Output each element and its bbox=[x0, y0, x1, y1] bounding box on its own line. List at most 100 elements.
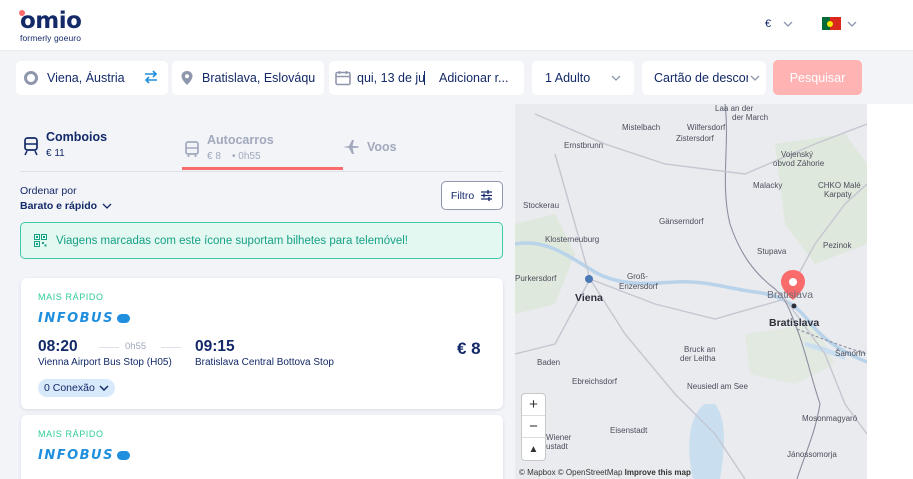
map-label: Baden bbox=[537, 358, 561, 367]
location-pin-icon bbox=[181, 71, 193, 85]
destination-value: Bratislava, Eslováqu bbox=[202, 71, 316, 85]
train-icon bbox=[24, 137, 38, 156]
map-label: Wilfersdorf bbox=[687, 123, 726, 132]
origin-circle-icon bbox=[24, 71, 38, 85]
map-label: Eisenstadt bbox=[610, 426, 648, 435]
mode-tabs: Comboios € 11 Autocarros € 8 • 0h55 Voos bbox=[0, 104, 515, 172]
map-label: Enzersdorf bbox=[619, 282, 658, 291]
tab-trains-label: Comboios bbox=[46, 130, 108, 144]
right-gutter bbox=[867, 104, 913, 479]
departure-station: Vienna Airport Bus Stop (H05) bbox=[38, 357, 172, 368]
route-map[interactable]: Mistelbach Wilfersdorf Ernstbrunn Zister… bbox=[515, 104, 867, 479]
chevron-down-icon bbox=[783, 21, 793, 27]
passengers-field[interactable]: 1 Adulto bbox=[532, 61, 634, 95]
tab-buses-duration: • 0h55 bbox=[232, 151, 261, 162]
sort-value-row: Barato e rápido bbox=[20, 200, 112, 212]
return-date-value[interactable]: Adicionar r... bbox=[439, 71, 508, 85]
map-label-vienna: Viena bbox=[575, 292, 603, 304]
currency-label: € bbox=[765, 18, 772, 30]
qr-code-icon bbox=[34, 234, 47, 247]
arrival-time: 09:15 bbox=[195, 338, 235, 355]
connections-dropdown[interactable]: 0 Conexão bbox=[38, 379, 115, 397]
map-label: ustadt bbox=[546, 442, 568, 451]
banner-text: Viagens marcadas com este ícone suportam… bbox=[56, 234, 409, 247]
map-label: Ebreichsdorf bbox=[572, 377, 617, 386]
tab-flights-label: Voos bbox=[367, 140, 397, 154]
result-card[interactable]: MAIS RÁPIDO INFOBUS bbox=[21, 415, 503, 479]
map-label: Gänserndorf bbox=[659, 217, 704, 226]
tab-buses[interactable]: Autocarros € 8 • 0h55 bbox=[183, 133, 274, 162]
map-label: Malacky bbox=[753, 181, 783, 190]
map-label-bratislava: Bratislava bbox=[769, 317, 820, 329]
tab-flights[interactable]: Voos bbox=[342, 140, 397, 155]
calendar-icon bbox=[335, 71, 351, 86]
discount-card-value: Cartão de descon bbox=[654, 71, 748, 85]
passengers-value: 1 Adulto bbox=[545, 71, 591, 85]
chevron-down-icon bbox=[611, 75, 621, 81]
map-label: der Leitha bbox=[680, 354, 716, 363]
discount-card-field[interactable]: Cartão de descon bbox=[642, 61, 766, 95]
fastest-badge: MAIS RÁPIDO bbox=[38, 429, 104, 439]
map-label: Ernstbrunn bbox=[564, 141, 604, 150]
sort-selector[interactable]: Ordenar por Barato e rápido bbox=[20, 185, 112, 212]
map-label: Purkersdorf bbox=[515, 274, 557, 283]
search-button[interactable]: Pesquisar bbox=[773, 60, 862, 95]
map-label: Bruck an bbox=[684, 345, 716, 354]
language-selector[interactable] bbox=[822, 17, 857, 30]
portugal-flag-icon bbox=[822, 17, 841, 30]
logo-wordmark: omio bbox=[20, 8, 82, 34]
chevron-down-icon bbox=[102, 203, 112, 209]
tab-trains-price: € 11 bbox=[46, 148, 65, 159]
mobile-ticket-banner: Viagens marcadas com este ícone suportam… bbox=[20, 222, 503, 259]
arrival-station: Bratislava Central Bottova Stop bbox=[195, 357, 334, 368]
map-label: Karpaty bbox=[824, 190, 852, 199]
connections-label: 0 Conexão bbox=[44, 382, 95, 394]
omio-logo[interactable]: omio formerly goeuro bbox=[19, 8, 82, 43]
map-label: Stockerau bbox=[523, 201, 560, 210]
logo-dot bbox=[19, 10, 25, 16]
result-card[interactable]: MAIS RÁPIDO INFOBUS 08:20 0h55 09:15 Vie… bbox=[21, 278, 503, 409]
active-tab-indicator bbox=[182, 167, 343, 170]
filter-button[interactable]: Filtro bbox=[441, 181, 503, 210]
destination-field[interactable]: Bratislava, Eslováqu bbox=[172, 61, 324, 95]
map-label: CHKO Malé bbox=[818, 181, 861, 190]
map-label: Laa an der bbox=[715, 104, 754, 113]
results-panel: Comboios € 11 Autocarros € 8 • 0h55 Voos… bbox=[0, 104, 515, 479]
improve-map-link[interactable]: Improve this map bbox=[625, 468, 691, 477]
swap-arrows-icon[interactable] bbox=[143, 68, 159, 86]
carrier-logo: INFOBUS bbox=[38, 448, 130, 463]
tab-buses-meta: € 8 • 0h55 bbox=[207, 151, 274, 162]
zoom-in-button[interactable]: + bbox=[522, 394, 545, 416]
tab-trains[interactable]: Comboios € 11 bbox=[22, 130, 107, 159]
search-bar: Viena, Áustria Bratislava, Eslováqu qui,… bbox=[0, 51, 913, 104]
map-label: Mosonmagyaró bbox=[802, 414, 858, 423]
date-field[interactable]: qui, 13 de jur Adicionar r... bbox=[329, 61, 524, 95]
map-label: obvod Záhorie bbox=[773, 159, 825, 168]
carrier-logo: INFOBUS bbox=[38, 311, 130, 326]
logo-subtitle: formerly goeuro bbox=[20, 33, 82, 43]
compass-button[interactable]: ▲ bbox=[522, 438, 545, 460]
trip-price: € 8 bbox=[457, 339, 481, 358]
map-label: Groß- bbox=[627, 272, 648, 281]
fastest-badge: MAIS RÁPIDO bbox=[38, 292, 104, 302]
bus-pill-icon bbox=[116, 451, 130, 460]
duration-line bbox=[99, 347, 119, 348]
top-header: omio formerly goeuro € bbox=[0, 0, 913, 51]
filter-label: Filtro bbox=[450, 189, 475, 202]
chevron-down-icon bbox=[847, 21, 857, 27]
currency-selector[interactable]: € bbox=[765, 18, 793, 30]
map-attribution-text: © Mapbox © OpenStreetMap bbox=[519, 468, 623, 477]
tabs-divider bbox=[20, 171, 503, 172]
map-label: der March bbox=[732, 113, 769, 122]
carrier-name: INFOBUS bbox=[38, 311, 114, 326]
bus-icon bbox=[185, 141, 199, 157]
trip-duration: 0h55 bbox=[125, 341, 147, 352]
chevron-down-icon bbox=[750, 75, 760, 81]
sliders-icon bbox=[481, 190, 493, 201]
zoom-out-button[interactable]: − bbox=[522, 416, 545, 438]
sort-value: Barato e rápido bbox=[20, 200, 98, 212]
chevron-down-icon bbox=[99, 385, 109, 391]
departure-date-value: qui, 13 de jur bbox=[357, 71, 425, 85]
map-label: Vojenský bbox=[781, 150, 814, 159]
carrier-name: INFOBUS bbox=[38, 448, 114, 463]
